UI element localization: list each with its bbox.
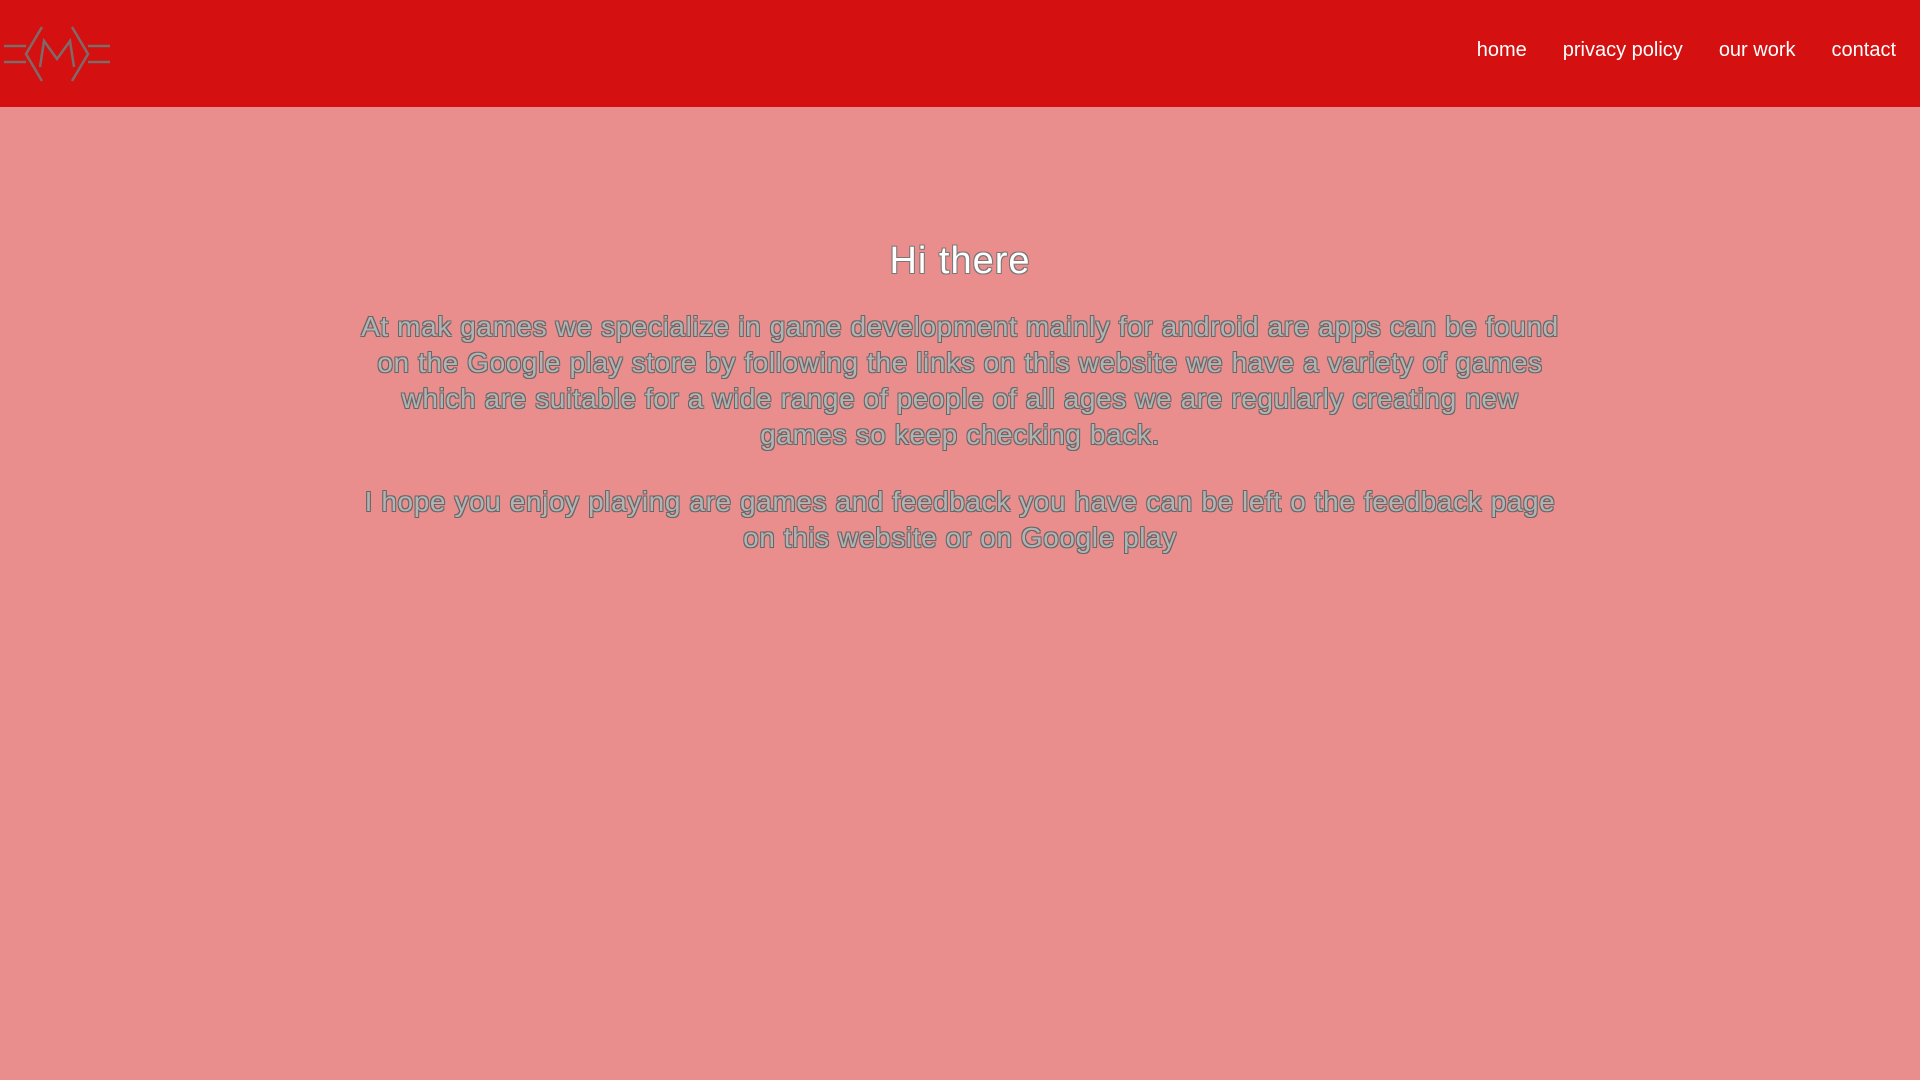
feedback-paragraph: I hope you enjoy playing are games and f… bbox=[364, 486, 1556, 553]
nav-home-link[interactable]: home bbox=[1477, 39, 1527, 62]
nav-privacy-policy-link[interactable]: privacy policy bbox=[1563, 39, 1683, 62]
intro-paragraph: At mak games we specialize in game devel… bbox=[361, 311, 1559, 450]
nav-links: home privacy policy our work contact bbox=[1441, 39, 1896, 62]
nav-our-work-link[interactable]: our work bbox=[1719, 39, 1796, 62]
page-heading: Hi there bbox=[889, 240, 1031, 282]
top-navbar: home privacy policy our work contact bbox=[0, 0, 1920, 107]
main-content: Hi there At mak games we specialize in g… bbox=[360, 236, 1560, 556]
nav-contact-link[interactable]: contact bbox=[1832, 39, 1896, 62]
m-logo-icon[interactable] bbox=[2, 21, 112, 87]
page: { "header": { "logo_icon": "m-logo-icon"… bbox=[0, 0, 1920, 1080]
